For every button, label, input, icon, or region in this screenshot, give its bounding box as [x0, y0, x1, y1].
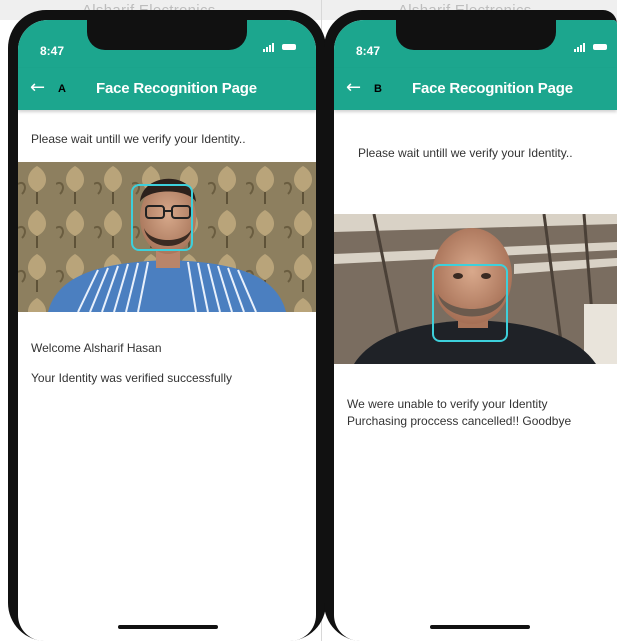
face-detection-box	[131, 184, 193, 251]
status-time: 8:47	[356, 44, 381, 58]
panel-label: B	[374, 83, 382, 95]
page-title: Face Recognition Page	[96, 80, 257, 97]
home-indicator[interactable]	[118, 625, 218, 629]
home-indicator[interactable]	[430, 625, 530, 629]
purchase-cancelled-message: Purchasing proccess cancelled!! Goodbye	[347, 414, 572, 428]
camera-view	[334, 214, 617, 364]
phone-frame-a: 8:47 ← A Face Recognition Page Please wa…	[8, 10, 326, 641]
verification-failed-message: We were unable to verify your Identity	[347, 397, 548, 411]
battery-icon	[282, 44, 296, 50]
status-bar: 8:47	[18, 20, 316, 68]
camera-view	[18, 162, 316, 312]
phone-screen-a: 8:47 ← A Face Recognition Page Please wa…	[18, 20, 316, 641]
arrow-left-icon[interactable]: ←	[30, 78, 45, 98]
page-title: Face Recognition Page	[412, 80, 573, 97]
phone-frame-b: 8:47 ← B Face Recognition Page Please wa…	[324, 10, 617, 641]
battery-icon	[593, 44, 607, 50]
app-bar: ← B Face Recognition Page	[334, 68, 617, 110]
wait-message: Please wait untill we verify your Identi…	[358, 146, 573, 160]
welcome-message: Welcome Alsharif Hasan	[31, 341, 162, 355]
status-icons	[574, 42, 607, 52]
notch	[395, 20, 556, 50]
app-bar: ← A Face Recognition Page	[18, 68, 316, 110]
notch	[87, 20, 247, 50]
verification-success-message: Your Identity was verified successfully	[31, 371, 232, 385]
status-icons	[263, 42, 296, 52]
signal-icon	[263, 42, 274, 52]
panel-label: A	[58, 83, 66, 95]
phone-screen-b: 8:47 ← B Face Recognition Page Please wa…	[334, 20, 617, 641]
wait-message: Please wait untill we verify your Identi…	[31, 132, 246, 146]
status-time: 8:47	[40, 44, 65, 58]
arrow-left-icon[interactable]: ←	[346, 78, 361, 98]
signal-icon	[574, 42, 585, 52]
status-bar: 8:47	[334, 20, 617, 68]
face-detection-box	[432, 264, 508, 342]
